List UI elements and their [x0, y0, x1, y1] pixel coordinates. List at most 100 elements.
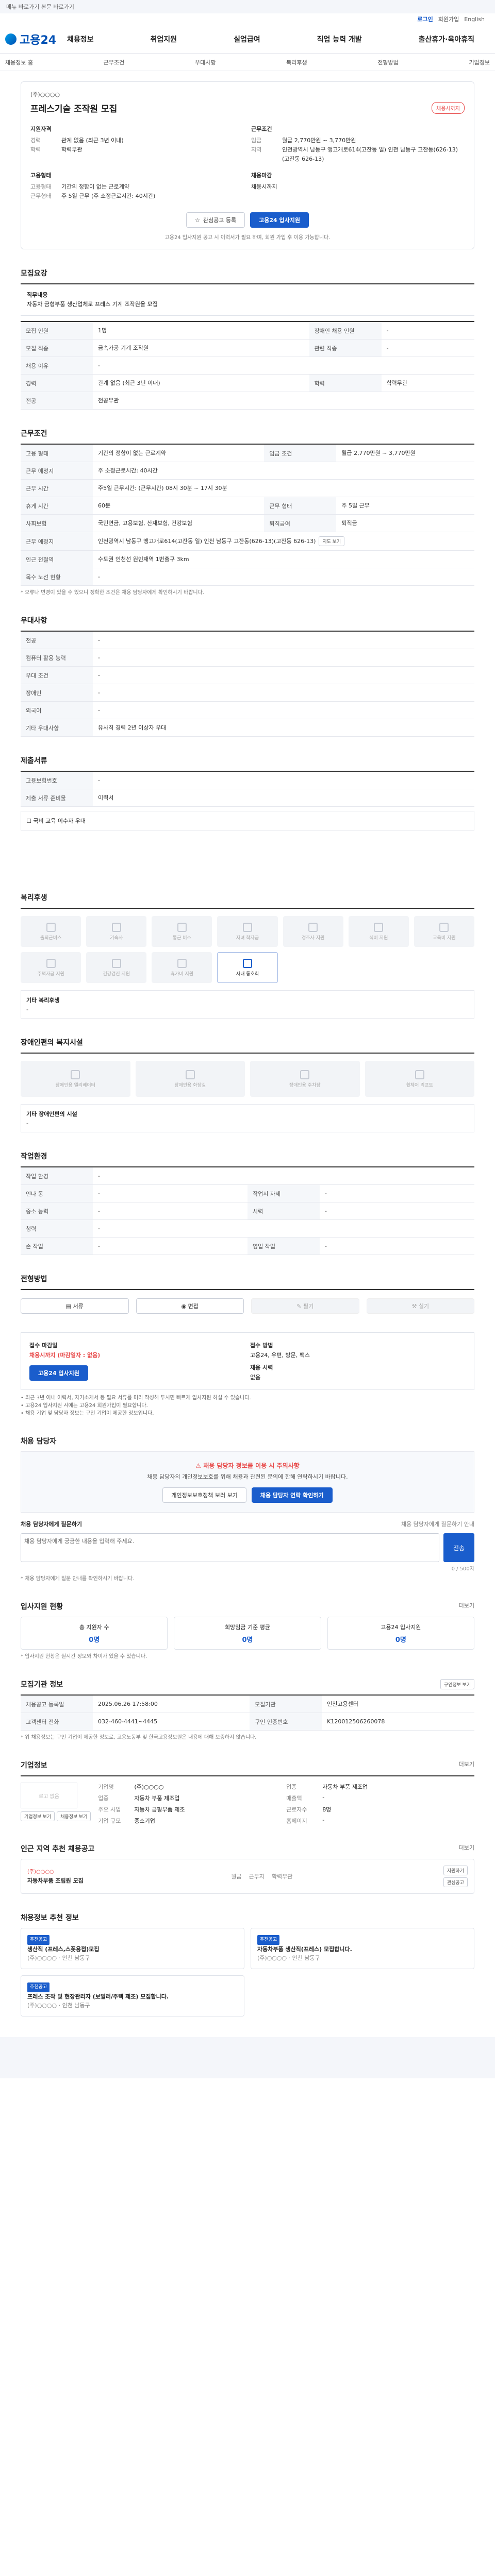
- table-header-cell: 관련 직종: [309, 339, 382, 357]
- docs-check: ☐ 국비 교육 이수자 우대: [21, 811, 474, 831]
- table-header-cell: 외국어: [21, 701, 93, 719]
- inquiry-note[interactable]: 채용 담당자에게 질문하기 안내: [401, 1520, 474, 1528]
- map-button[interactable]: 지도 보기: [319, 536, 345, 546]
- process-steps: ▤ 서류 ◉ 면접 ✎ 필기 ⚒ 실기: [21, 1289, 474, 1314]
- login-link[interactable]: 로그인: [417, 15, 433, 23]
- recommend-card[interactable]: 추천공고 생산직 (프레스,스폿용접)모집 (주)○○○○ · 인천 남동구: [21, 1928, 244, 1969]
- recommend-card[interactable]: 추천공고 프레스 조작 및 현장관리자 (보일러/주택 제조) 모집합니다. (주)…: [21, 1975, 244, 2016]
- table-header-cell: 고객센터 전화: [21, 1713, 93, 1731]
- inquiry-label: 채용 담당자에게 질문하기: [21, 1521, 82, 1528]
- tab-prefer[interactable]: 우대사항: [195, 58, 216, 66]
- document-icon: ▤: [65, 1302, 73, 1310]
- manager-notice-box: ⚠ 채용 담당자 정보를 이용 시 주의사항 채용 담당자의 개인정보보호를 위…: [21, 1451, 474, 1513]
- table-header-cell: 경력: [21, 374, 93, 392]
- welfare-item-label: 식비 지원: [369, 935, 388, 941]
- deadline-badge: 채용시까지: [432, 102, 465, 114]
- kv-key: 고용형태: [30, 183, 52, 190]
- nearby-meta-item: 근무지: [249, 1873, 265, 1880]
- warning-icon: ⚠: [195, 1462, 204, 1469]
- company-more-link[interactable]: 더보기: [459, 1760, 474, 1770]
- table-header-cell: 작업 환경: [21, 1167, 93, 1185]
- table-cell: 수도권 인천선 원인재역 1번출구 3km: [93, 550, 474, 568]
- gnb-item-support[interactable]: 취업지원: [145, 34, 183, 44]
- docs-table: 고용보험번호 - 제출 서류 준비물 이력서: [21, 771, 474, 807]
- table-cell: -: [320, 1184, 474, 1202]
- tab-home[interactable]: 채용정보 홈: [5, 58, 33, 66]
- job-description: 직무내용 자동차 금형부품 생산업체로 프레스 기계 조작원을 모집: [21, 283, 474, 316]
- table-cell: 60분: [93, 497, 265, 515]
- table-row: 작업 환경 -: [21, 1167, 474, 1185]
- table-cell: -: [93, 1237, 248, 1255]
- tab-company[interactable]: 기업정보: [469, 58, 489, 66]
- company-info-button[interactable]: 기업정보 보기: [21, 1811, 55, 1821]
- table-cell: 금속가공 기계 조작원: [93, 339, 309, 357]
- nearby-more-link[interactable]: 더보기: [459, 1843, 474, 1854]
- company-section: 기업정보 더보기 로고 없음 기업정보 보기 채용정보 보기 기업명 (주)○○○○…: [21, 1760, 474, 1825]
- welfare-item-label: 통근 버스: [172, 935, 191, 941]
- welfare-item: 자녀 학자금: [217, 916, 278, 947]
- section-tabs: 채용정보 홈 근무조건 우대사항 복리후생 전형방법 기업정보: [0, 54, 495, 71]
- gnb-item-benefit[interactable]: 실업급여: [228, 34, 266, 44]
- scrap-button[interactable]: ☆ 관심공고 등록: [186, 212, 245, 228]
- kv-value: 자동차 금형부품 제조: [134, 1806, 185, 1813]
- table-header-cell: 목수 노선 현황: [21, 568, 93, 586]
- tab-process[interactable]: 전형방법: [377, 58, 398, 66]
- table-header-cell: 컴퓨터 활용 능력: [21, 649, 93, 667]
- recommend-card-sub: (주)○○○○ · 인천 남동구: [257, 1955, 320, 1961]
- company-grid: 기업명 (주)○○○○ 업종 자동차 부품 제조업 업종 자동차 부품 제조업 매출액 - …: [98, 1783, 474, 1825]
- info-button[interactable]: 구인정보 보기: [440, 1679, 474, 1689]
- table-row: 장애인 -: [21, 684, 474, 702]
- language-link[interactable]: English: [464, 16, 485, 23]
- disabled-item-label: 장애인용 엘리베이터: [55, 1082, 95, 1088]
- table-cell: -: [93, 1167, 474, 1185]
- gnb-item-leave[interactable]: 출산휴가·육아휴직: [414, 34, 480, 44]
- manager-contact-button[interactable]: 채용 담당자 연락 확인하기: [251, 1487, 333, 1503]
- table-cell: 전공무관: [93, 392, 474, 410]
- site-logo[interactable]: 고용24: [5, 31, 62, 47]
- prefer-section: 우대사항 전공 - 컴퓨터 활용 능력 - 우대 조건 - 장애인 - 외국어 - 기타 …: [21, 615, 474, 737]
- recommend-card[interactable]: 추천공고 자동차부품 생산직(프레스) 모집합니다. (주)○○○○ · 인천 남동…: [251, 1928, 474, 1969]
- nearby-job-card[interactable]: (주)○○○○ 자동차부품 조립원 모집 월급 근무지 학력무관 지원하기 관심…: [21, 1859, 474, 1894]
- table-row: 채용 이유 -: [21, 357, 474, 375]
- company-jobs-button[interactable]: 채용정보 보기: [57, 1811, 91, 1821]
- join-link[interactable]: 회원가입: [438, 15, 459, 23]
- apply-button-bottom[interactable]: 고용24 입사지원: [29, 1365, 88, 1381]
- table-cell: 월급 2,770만원 ~ 3,770만원: [336, 444, 474, 462]
- process-step-label: 필기: [303, 1303, 314, 1310]
- send-button[interactable]: 전송: [443, 1533, 474, 1562]
- recruit-title: 모집요강: [21, 269, 47, 278]
- table-row: 모집 인원 1명 장애인 채용 인원 -: [21, 321, 474, 340]
- gnb-item-jobs[interactable]: 채용정보: [62, 34, 99, 44]
- disabled-etc-label: 기타 장애인편의 시설: [26, 1111, 77, 1117]
- table-row: 외국어 -: [21, 701, 474, 719]
- work-conditions-title: 근무조건: [251, 126, 272, 132]
- welfare-item-label: 출퇴근버스: [40, 935, 62, 941]
- skip-link[interactable]: 메뉴 바로가기 본문 바로가기: [6, 3, 74, 11]
- table-cell: 이력서: [93, 789, 474, 807]
- nearby-scrap-button[interactable]: 관심공고: [443, 1877, 468, 1887]
- privacy-policy-button[interactable]: 개인정보보호정책 보러 보기: [162, 1487, 246, 1503]
- table-header-cell: 제출 서류 준비물: [21, 789, 93, 807]
- recommend-section: 채용정보 추천 정보 추천공고 생산직 (프레스,스폿용접)모집 (주)○○○○ ·…: [21, 1912, 474, 2016]
- kv-value: 학력무관: [61, 146, 82, 153]
- table-row: 전공 전공무관: [21, 392, 474, 410]
- table-row: 고객센터 전화 032-460-4441~4445 구인 인증번호 K12001250…: [21, 1713, 474, 1731]
- table-cell: -: [93, 1202, 248, 1220]
- table-cell: 유사직 경력 2년 이상자 우대: [93, 719, 474, 737]
- table-row: 모집 직종 금속가공 기계 조작원 관련 직종 -: [21, 339, 474, 357]
- tab-welfare[interactable]: 복리후생: [286, 58, 307, 66]
- site-footer: [0, 2037, 495, 2078]
- checkbox-icon[interactable]: ☐: [26, 818, 31, 824]
- docs-check-label: 국비 교육 이수자 우대: [33, 818, 86, 824]
- nearby-apply-button[interactable]: 지원하기: [443, 1866, 468, 1875]
- apply-button[interactable]: 고용24 입사지원: [250, 212, 309, 228]
- count-label: 채용 시력: [250, 1364, 273, 1371]
- disabled-item-label: 장애인용 화장실: [174, 1082, 206, 1088]
- gnb-item-training[interactable]: 직업 능력 개발: [312, 34, 367, 44]
- kv-value: 인천광역시 남동구 앵고개로614(고잔동 일) 인천 남동구 고잔동(626-…: [282, 146, 458, 162]
- table-row: 근무 예정지 인천광역시 남동구 앵고개로614(고잔동 일) 인천 남동구 고잔…: [21, 532, 474, 551]
- status-more-link[interactable]: 더보기: [459, 1601, 474, 1612]
- inquiry-textarea[interactable]: [21, 1533, 439, 1562]
- kv-key: 주요 사업: [98, 1806, 121, 1813]
- tab-conditions[interactable]: 근무조건: [104, 58, 124, 66]
